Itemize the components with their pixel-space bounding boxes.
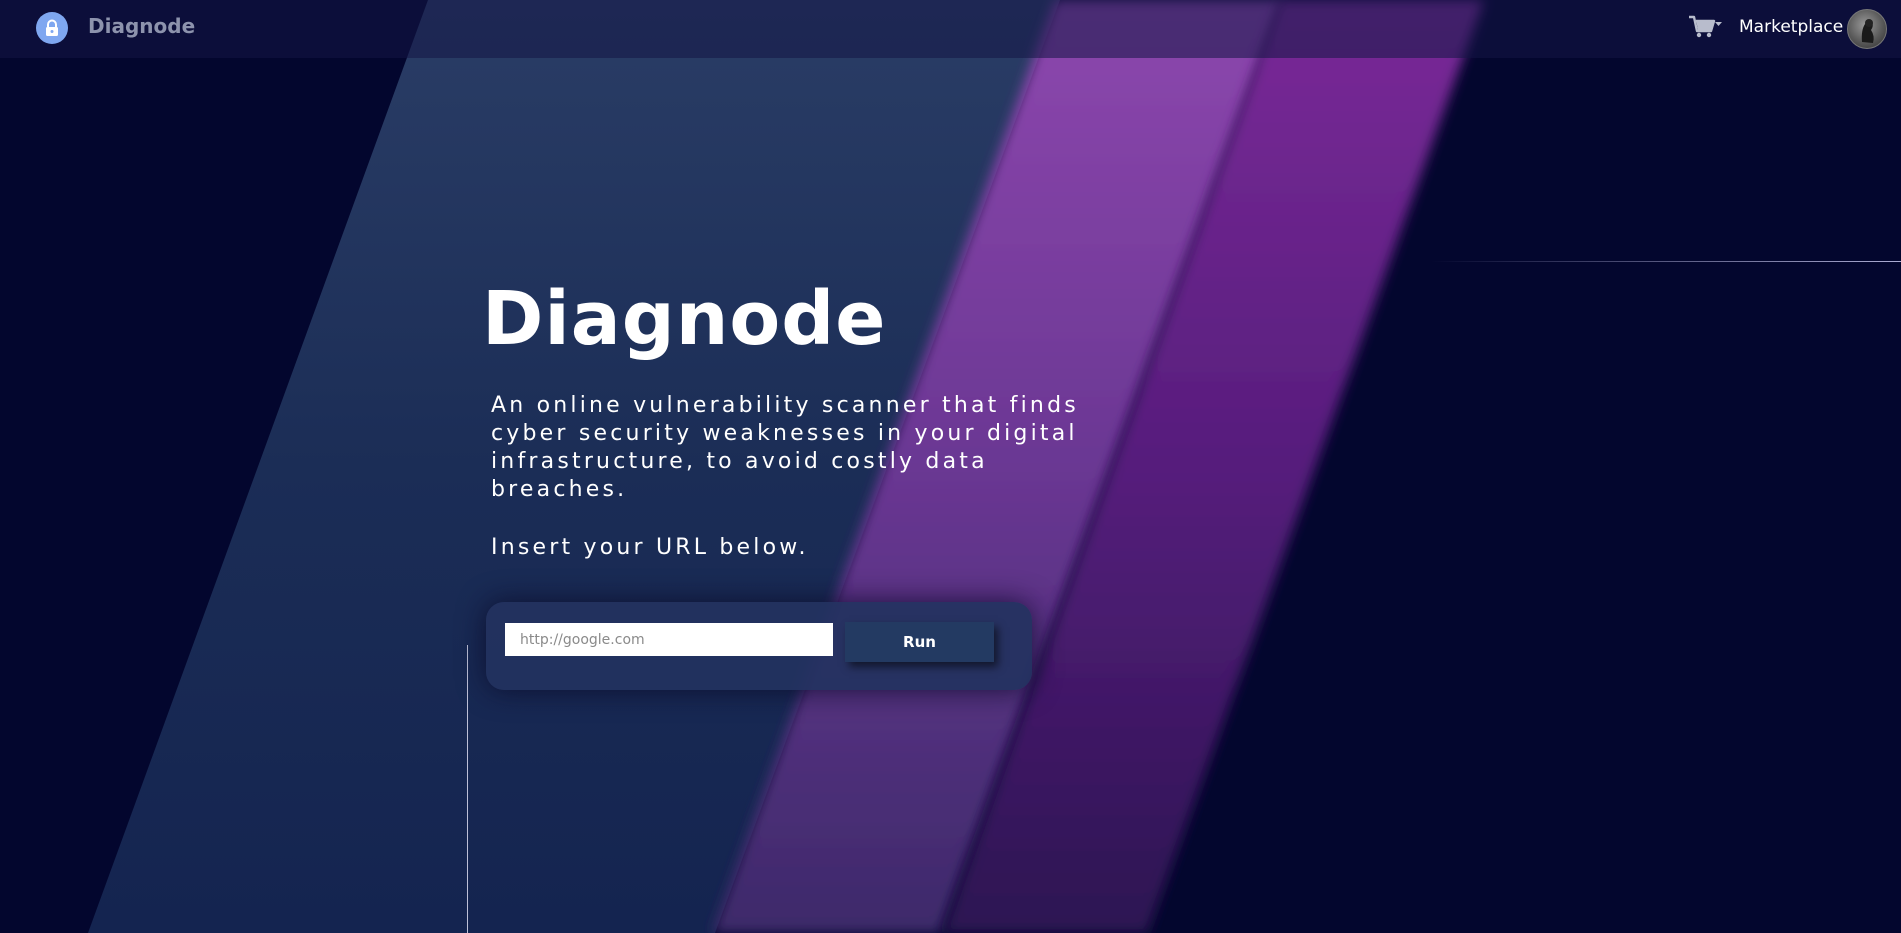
marketplace-link[interactable]: Marketplace	[1739, 17, 1843, 37]
lock-icon[interactable]	[36, 12, 68, 44]
hero-instruction: Insert your URL below.	[491, 535, 809, 560]
top-navbar: Diagnode Marketplace	[0, 0, 1901, 58]
scan-form: Run	[486, 602, 1032, 690]
avatar[interactable]	[1847, 9, 1887, 49]
decorative-vertical-line	[467, 645, 468, 933]
brand-name[interactable]: Diagnode	[88, 14, 195, 38]
hero-description: An online vulnerability scanner that fin…	[491, 393, 1079, 502]
run-button[interactable]: Run	[845, 622, 994, 662]
url-input[interactable]	[505, 623, 833, 656]
shopping-cart-icon[interactable]	[1688, 14, 1724, 42]
page-title: Diagnode	[482, 276, 887, 362]
chevron-down-icon	[1715, 22, 1722, 26]
page: Diagnode Marketplace Diagnode An online …	[0, 0, 1901, 933]
decorative-horizontal-line	[1431, 261, 1901, 262]
